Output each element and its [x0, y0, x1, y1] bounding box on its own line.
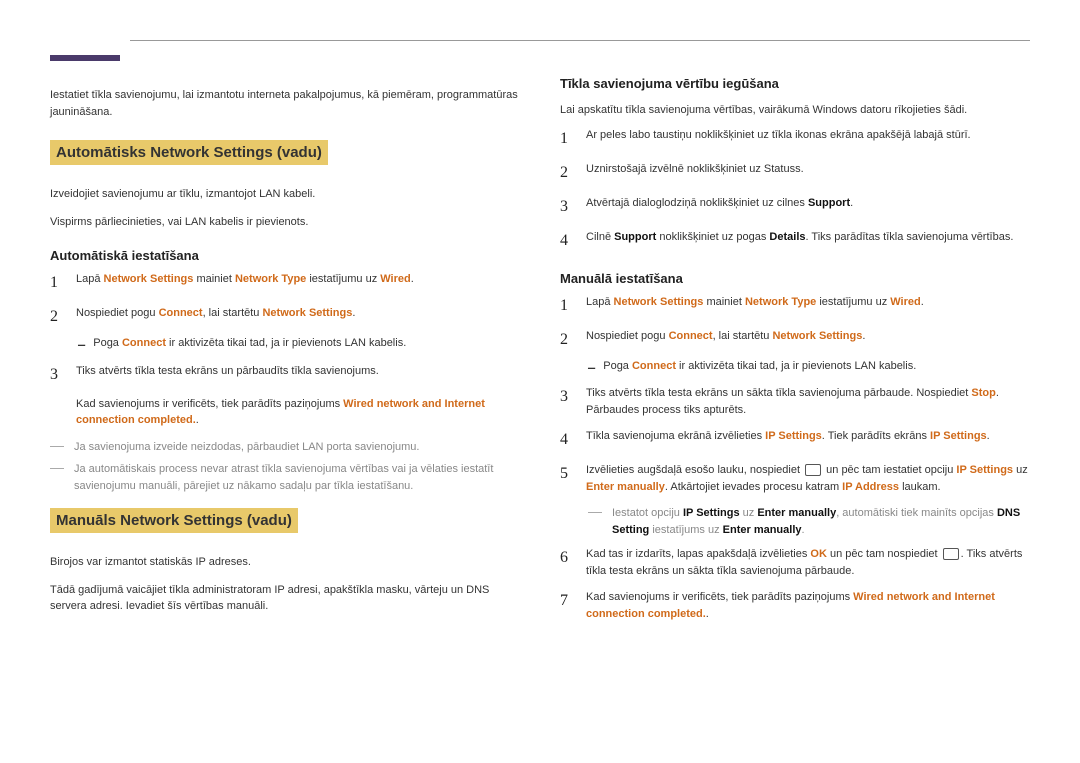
step-number: 1 — [560, 127, 574, 151]
step-text: Kad savienojums ir verificēts, tiek parā… — [586, 589, 1030, 622]
step-number: 6 — [560, 546, 574, 570]
footnote-bar-icon — [588, 512, 602, 513]
step-number: 4 — [560, 229, 574, 253]
step-text: Cilnē Support noklikšķiniet uz pogas Det… — [586, 229, 1030, 246]
step-number: 1 — [560, 294, 574, 318]
enter-icon — [943, 548, 959, 560]
manual-setup-steps-cont: 3 Tiks atvērts tīkla testa ekrāns un sākt… — [560, 385, 1030, 495]
manual-setup-steps-cont2: 6 Kad tas ir izdarīts, lapas apakšdaļā iz… — [560, 546, 1030, 622]
right-column: Tīkla savienojuma vērtību iegūšana Lai a… — [560, 76, 1030, 632]
step-text: Uznirstošajā izvēlnē noklikšķiniet uz St… — [586, 161, 1030, 178]
dash-icon: ‒ — [588, 358, 595, 378]
step-number: 1 — [50, 271, 64, 295]
section-a-p2: Vispirms pārliecinieties, vai LAN kabeli… — [50, 214, 520, 231]
header-divider — [130, 40, 1030, 41]
auto-setup-steps-cont: 3 Tiks atvērts tīkla testa ekrāns un pār… — [50, 363, 520, 429]
enter-icon — [805, 464, 821, 476]
manual-setup-steps: 1 Lapā Network Settings mainiet Network T… — [560, 294, 1030, 352]
step-text: Tiks atvērts tīkla testa ekrāns un pārba… — [76, 363, 520, 429]
heading-auto-network-settings: Automātisks Network Settings (vadu) — [50, 140, 328, 165]
dash-note: ‒ Poga Connect ir aktivizēta tikai tad, … — [588, 358, 1030, 378]
footnote: Ja savienojuma izveide neizdodas, pārbau… — [50, 439, 520, 456]
step-number: 2 — [560, 161, 574, 185]
step-text: Lapā Network Settings mainiet Network Ty… — [76, 271, 520, 288]
auto-setup-steps: 1 Lapā Network Settings mainiet Network … — [50, 271, 520, 329]
header-accent-bar — [50, 55, 120, 61]
section-b-p1: Birojos var izmantot statiskās IP adrese… — [50, 554, 520, 571]
footnote-bar-icon — [50, 446, 64, 447]
step-number: 2 — [560, 328, 574, 352]
dash-note: ‒ Poga Connect ir aktivizēta tikai tad, … — [78, 335, 520, 355]
step-number: 5 — [560, 462, 574, 486]
step-number: 2 — [50, 305, 64, 329]
footnote-bar-icon — [50, 468, 64, 469]
step-text: Nospiediet pogu Connect, lai startētu Ne… — [586, 328, 1030, 345]
section-a-p1: Izveidojiet savienojumu ar tīklu, izmant… — [50, 186, 520, 203]
step-number: 3 — [50, 363, 64, 387]
step-text: Atvērtajā dialoglodziņā noklikšķiniet uz… — [586, 195, 1030, 212]
step-text: Izvēlieties augšdaļā esošo lauku, nospie… — [586, 462, 1030, 495]
step-text: Tiks atvērts tīkla testa ekrāns un sākta… — [586, 385, 1030, 418]
step-text: Nospiediet pogu Connect, lai startētu Ne… — [76, 305, 520, 322]
right-intro: Lai apskatītu tīkla savienojuma vērtības… — [560, 102, 1030, 119]
step-number: 3 — [560, 195, 574, 219]
step-text: Ar peles labo taustiņu noklikšķiniet uz … — [586, 127, 1030, 144]
step-number: 7 — [560, 589, 574, 613]
section-b-p2: Tādā gadījumā vaicājiet tīkla administra… — [50, 582, 520, 615]
intro-text: Iestatiet tīkla savienojumu, lai izmanto… — [50, 87, 520, 120]
footnote: Iestatot opciju IP Settings uz Enter man… — [588, 505, 1030, 538]
step-number: 4 — [560, 428, 574, 452]
heading-manual-network-settings: Manuāls Network Settings (vadu) — [50, 508, 298, 533]
dash-icon: ‒ — [78, 335, 85, 355]
subheading-network-values: Tīkla savienojuma vērtību iegūšana — [560, 76, 1030, 91]
network-values-steps: 1 Ar peles labo taustiņu noklikšķiniet uz… — [560, 127, 1030, 253]
step-number: 3 — [560, 385, 574, 409]
step-text: Tīkla savienojuma ekrānā izvēlieties IP … — [586, 428, 1030, 445]
step-text: Lapā Network Settings mainiet Network Ty… — [586, 294, 1030, 311]
subheading-auto-setup: Automātiskā iestatīšana — [50, 248, 520, 263]
left-column: Iestatiet tīkla savienojumu, lai izmanto… — [50, 76, 520, 632]
subheading-manual-setup: Manuālā iestatīšana — [560, 271, 1030, 286]
footnote: Ja automātiskais process nevar atrast tī… — [50, 461, 520, 494]
step-text: Kad tas ir izdarīts, lapas apakšdaļā izv… — [586, 546, 1030, 579]
